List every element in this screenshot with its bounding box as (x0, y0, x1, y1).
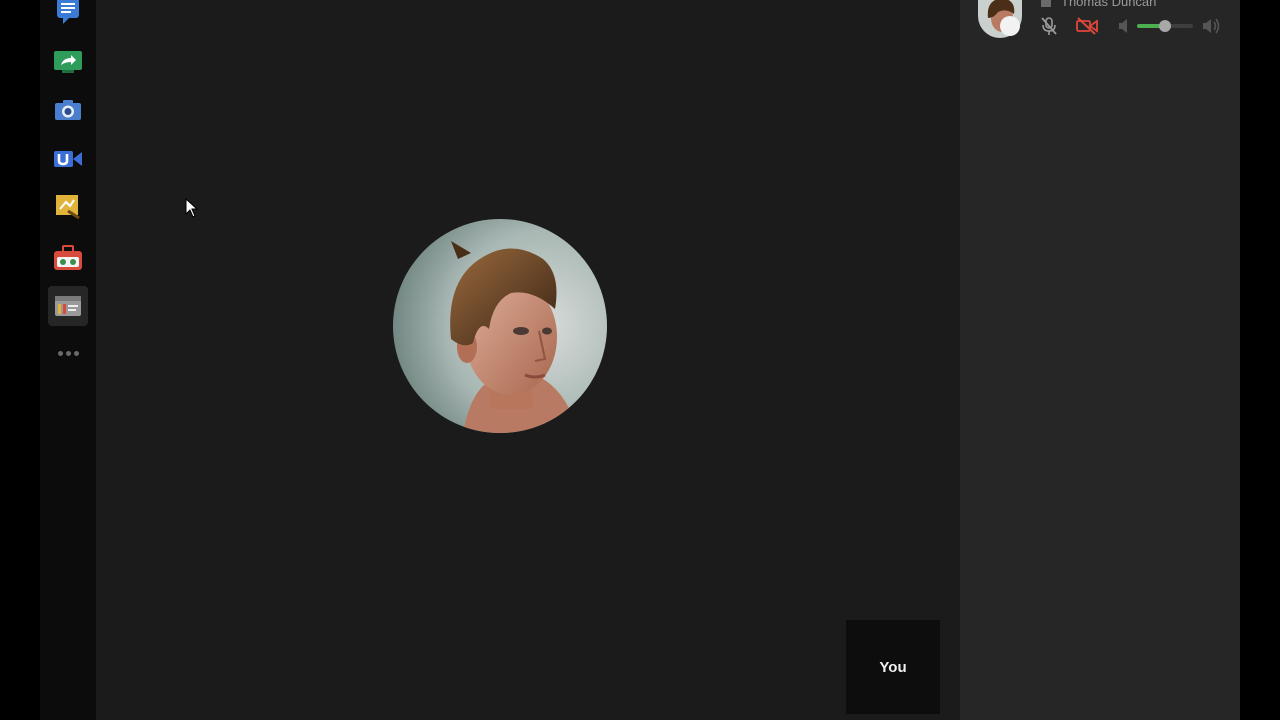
window-right-edge (1240, 0, 1280, 720)
video-effects-icon (54, 151, 82, 167)
participant-name: Thomas Duncan (1061, 0, 1157, 9)
mouse-cursor-icon (185, 198, 199, 218)
app-rail (40, 0, 96, 720)
more-apps-icon (57, 350, 63, 356)
volume-slider-thumb[interactable] (1159, 20, 1171, 32)
toolbox-app-button[interactable] (48, 238, 88, 278)
self-view-label: You (879, 658, 907, 676)
screenshare-icon (54, 51, 82, 73)
chat-app-button[interactable] (48, 0, 88, 32)
screenshare-app-button[interactable] (48, 42, 88, 82)
volume-low-icon (1119, 19, 1127, 33)
hangout-window: You Thomas Duncan (0, 0, 1280, 720)
self-view-tile[interactable]: You (846, 620, 940, 714)
mic-muted-icon[interactable] (1039, 16, 1059, 36)
panels-icon (55, 296, 81, 316)
panels-app-button[interactable] (48, 286, 88, 326)
chat-icon (57, 0, 79, 24)
participant-row[interactable]: Thomas Duncan (960, 0, 1240, 52)
video-effects-app-button[interactable] (48, 139, 88, 179)
more-apps-button[interactable] (48, 334, 88, 372)
main-stage: You (96, 0, 960, 720)
toolbox-icon (54, 245, 82, 270)
camera-badge-icon (1041, 0, 1051, 7)
participants-panel: Thomas Duncan (960, 0, 1240, 720)
camera-app-button[interactable] (48, 90, 88, 130)
participant-avatar-large (393, 219, 607, 433)
video-off-icon[interactable] (1076, 17, 1098, 35)
sketch-icon (56, 195, 80, 220)
sketch-app-button[interactable] (48, 187, 88, 227)
participant-status-indicator (1000, 16, 1020, 36)
camera-icon (55, 100, 81, 120)
volume-high-icon (1203, 18, 1220, 34)
participant-volume-slider[interactable] (1137, 20, 1193, 32)
